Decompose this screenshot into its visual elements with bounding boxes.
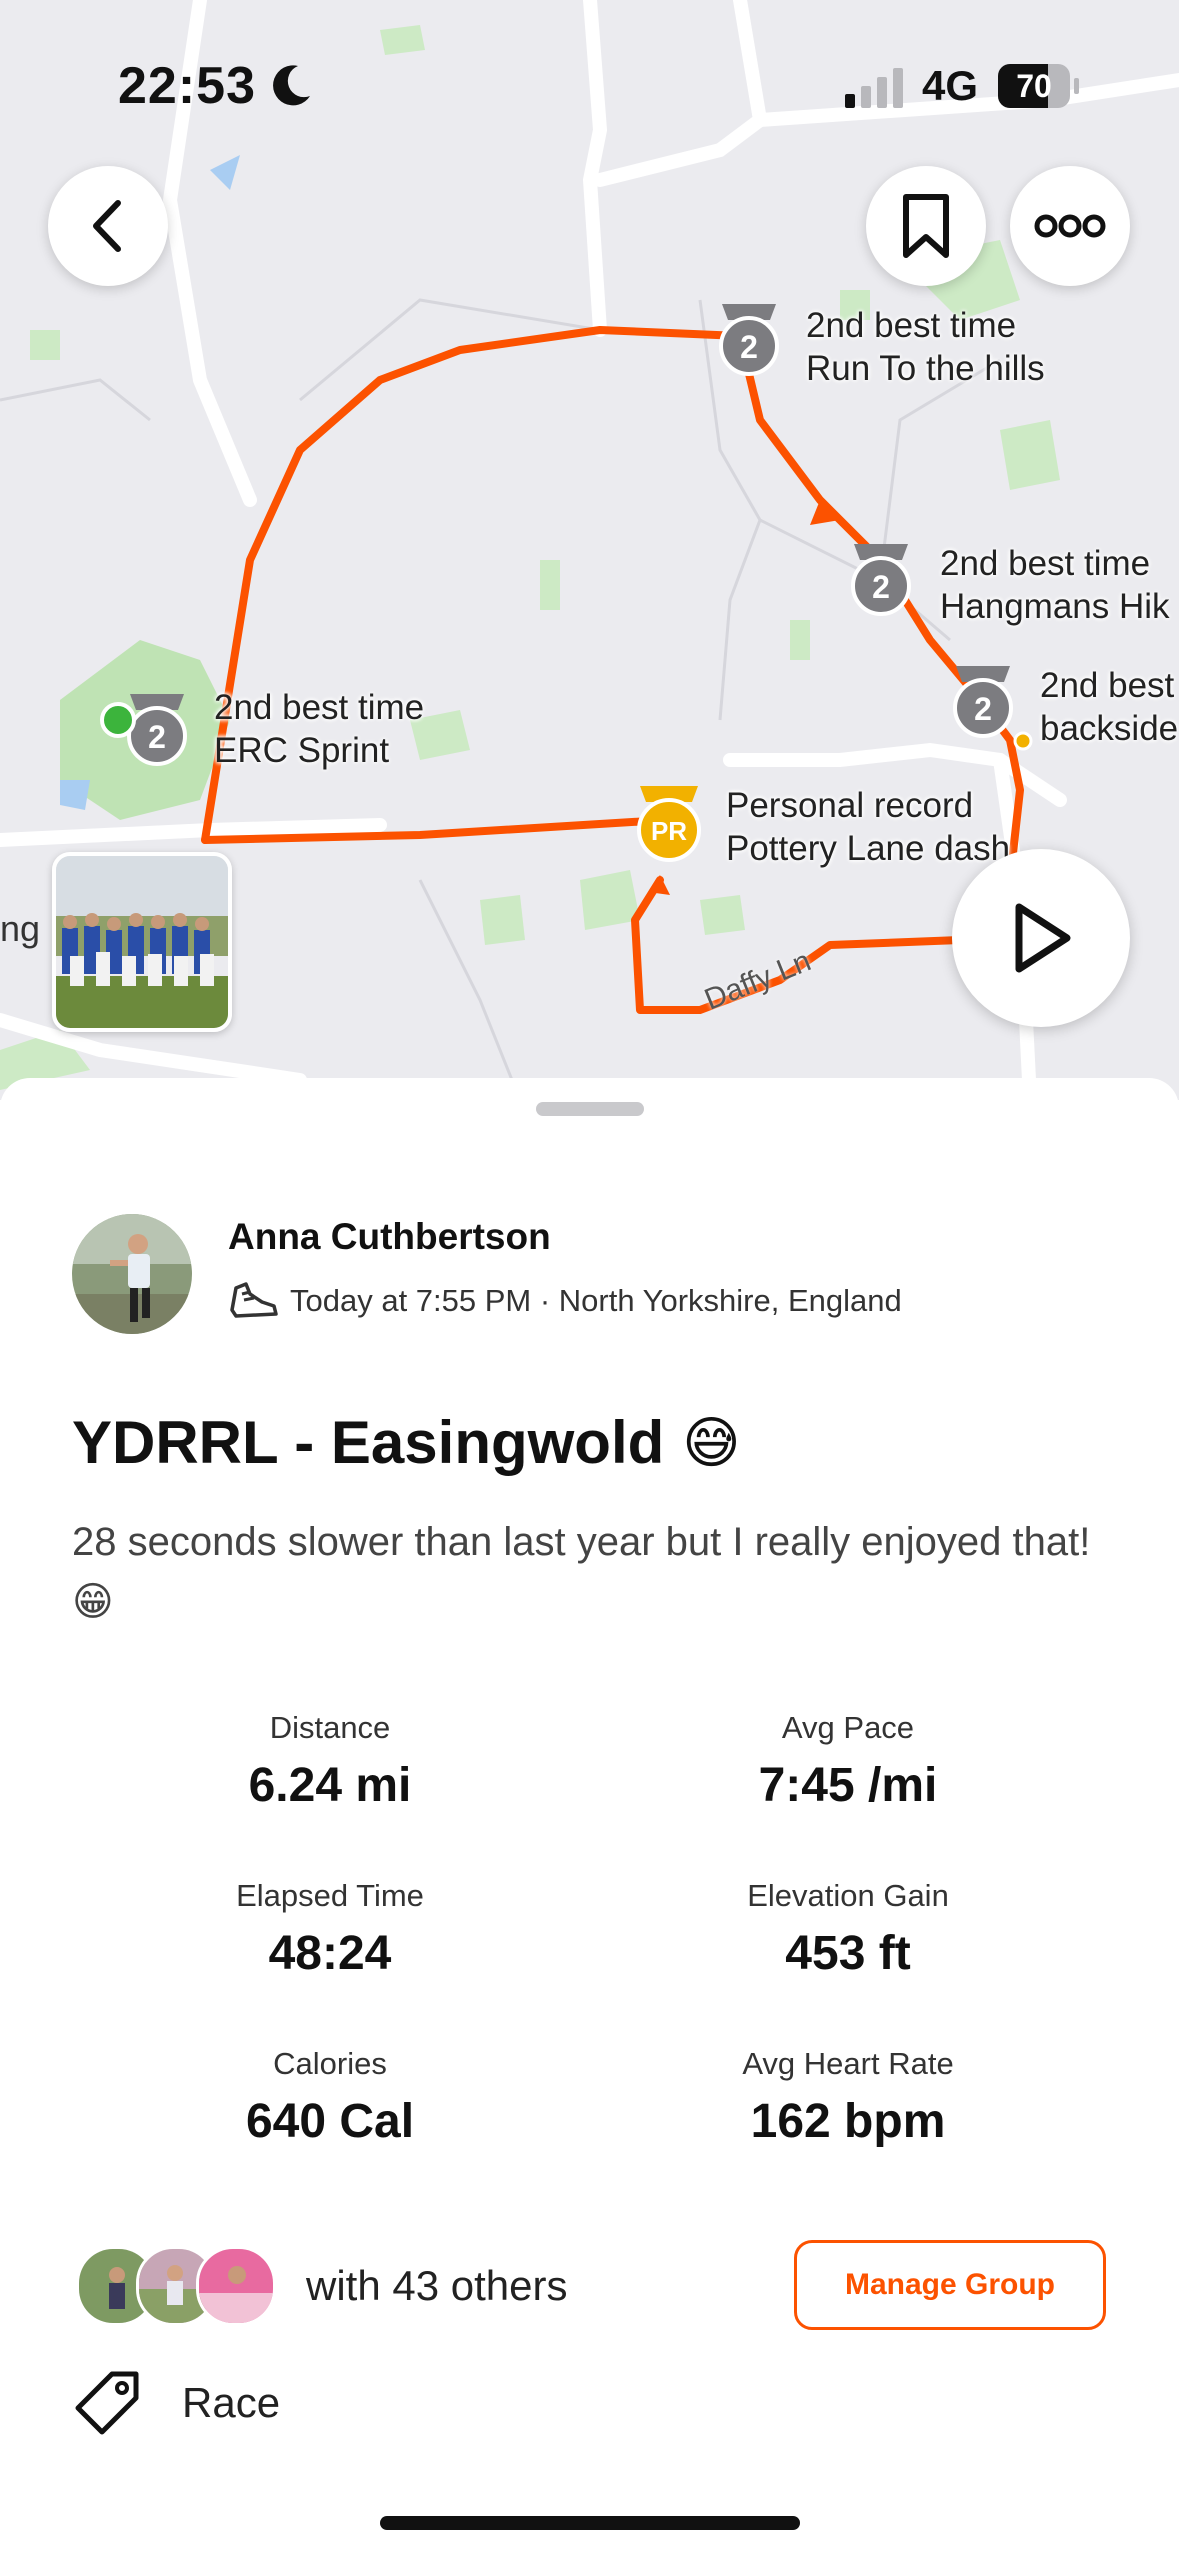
battery-icon: 70 (998, 64, 1080, 108)
home-indicator[interactable] (380, 2516, 800, 2530)
medal-icon[interactable]: 2 (846, 540, 916, 622)
moon-icon (273, 65, 310, 106)
activity-title: YDRRL - Easingwold 😅 (72, 1409, 741, 1476)
activity-date-location: Today at 7:55 PM · North Yorkshire, Engl… (290, 1283, 902, 1318)
svg-text:PR: PR (651, 816, 687, 846)
title-emoji: 😅 (682, 1410, 741, 1474)
activity-detail-sheet: Anna Cuthbertson Today at 7:55 PM · Nort… (0, 1078, 1179, 2556)
svg-text:2: 2 (974, 691, 992, 727)
activity-photo-thumbnail[interactable] (52, 852, 232, 1032)
stat-avg-pace: Avg Pace 7:45 /mi (758, 1710, 938, 1812)
stat-distance: Distance 6.24 mi (248, 1710, 412, 1812)
activity-description: 28 seconds slower than last year but I r… (72, 1520, 1091, 1624)
status-time: 22:53 (118, 57, 256, 115)
activity-meta: Today at 7:55 PM · North Yorkshire, Engl… (228, 1280, 902, 1322)
segment-label[interactable]: 2nd best time ERC Sprint (214, 686, 424, 772)
more-icon (1034, 214, 1106, 238)
medal-icon[interactable]: 2 (948, 662, 1018, 744)
more-options-button[interactable] (1010, 166, 1130, 286)
run-shoe-icon (230, 1282, 278, 1318)
group-avatars[interactable] (76, 2246, 276, 2326)
start-marker-icon (100, 702, 136, 738)
svg-text:2: 2 (148, 719, 166, 755)
group-count-text[interactable]: with 43 others (306, 2262, 567, 2310)
segment-label[interactable]: 2nd best backside (1040, 664, 1178, 750)
group-avatar (196, 2246, 276, 2326)
stat-elapsed-time: Elapsed Time 48:24 (236, 1878, 424, 1980)
stat-calories: Calories 640 Cal (245, 2046, 415, 2148)
athlete-avatar[interactable] (72, 1214, 192, 1334)
sheet-drag-handle[interactable] (536, 1102, 644, 1116)
athlete-name[interactable]: Anna Cuthbertson (228, 1216, 551, 1258)
svg-text:2: 2 (740, 329, 758, 365)
place-label: ng (0, 908, 41, 949)
stat-avg-heart-rate: Avg Heart Rate 162 bpm (742, 2046, 954, 2148)
play-icon (1015, 903, 1071, 973)
segment-label[interactable]: 2nd best time Run To the hills (806, 304, 1045, 390)
segment-label[interactable]: 2nd best time Hangmans Hik (940, 542, 1170, 628)
bookmark-icon (903, 194, 949, 258)
manage-group-button[interactable]: Manage Group (794, 2240, 1106, 2330)
tag-label: Race (182, 2379, 281, 2426)
play-flyover-button[interactable] (952, 849, 1130, 1027)
signal-icon (845, 68, 903, 108)
pr-medal-icon[interactable]: PR (632, 782, 706, 868)
back-button[interactable] (48, 166, 168, 286)
segment-label[interactable]: Personal record Pottery Lane dash (726, 784, 1010, 870)
network-type: 4G (922, 62, 979, 109)
stat-elevation-gain: Elevation Gain 453 ft (747, 1878, 949, 1980)
medal-icon[interactable]: 2 (714, 300, 784, 382)
status-bar: 22:53 4G 70 (0, 0, 1179, 170)
chevron-left-icon (93, 200, 121, 252)
activity-tag[interactable]: Race (72, 2368, 280, 2438)
route-point-icon (1013, 731, 1033, 751)
bookmark-button[interactable] (866, 166, 986, 286)
svg-text:2: 2 (872, 569, 890, 605)
tag-icon (75, 2371, 139, 2435)
